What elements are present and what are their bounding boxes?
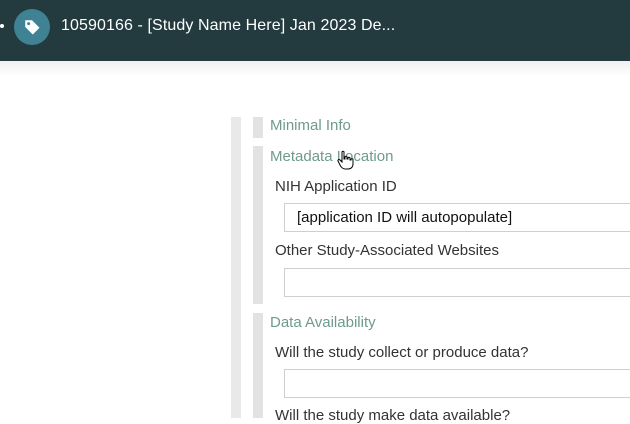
nih-application-id-label: NIH Application ID — [275, 178, 397, 195]
other-websites-input[interactable] — [284, 268, 630, 297]
header-bullet — [0, 24, 4, 28]
header-shadow — [0, 61, 630, 77]
other-websites-label: Other Study-Associated Websites — [275, 242, 499, 259]
hand-pointer-icon — [337, 150, 354, 175]
section-metadata-location[interactable]: Metadata Location — [270, 148, 393, 165]
collect-data-input[interactable] — [284, 369, 630, 398]
app-header: 10590166 - [Study Name Here] Jan 2023 De… — [0, 0, 630, 61]
tag-icon[interactable] — [14, 9, 50, 45]
section-minimal-info[interactable]: Minimal Info — [270, 117, 351, 134]
make-data-available-label: Will the study make data available? — [275, 407, 511, 424]
section-data-availability[interactable]: Data Availability — [270, 314, 376, 331]
form-outer-rail — [231, 117, 241, 418]
section-rail-data-availability — [253, 313, 263, 418]
section-rail-metadata-location — [253, 146, 263, 304]
study-title: 10590166 - [Study Name Here] Jan 2023 De… — [61, 17, 396, 34]
nih-application-id-input[interactable]: [application ID will autopopulate] — [284, 203, 630, 232]
section-rail-minimal-info — [253, 117, 263, 138]
collect-data-label: Will the study collect or produce data? — [275, 344, 529, 361]
